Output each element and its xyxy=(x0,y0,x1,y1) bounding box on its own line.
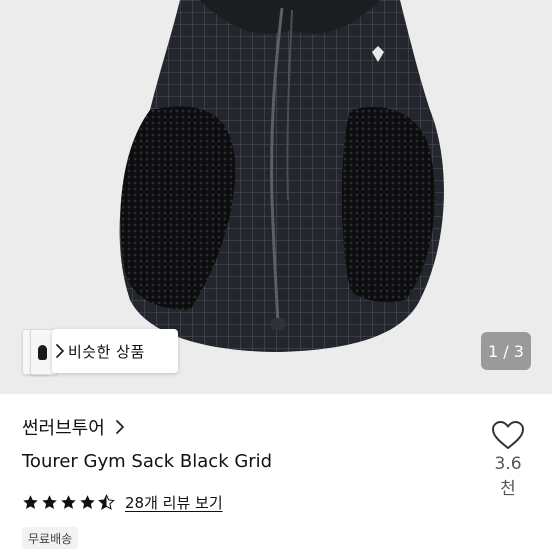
star-full-icon xyxy=(23,495,38,509)
product-image-gallery[interactable]: 비슷한 상품 1 / 3 xyxy=(0,0,552,394)
rating-stars xyxy=(22,494,117,511)
star-half-icon xyxy=(98,494,115,510)
similar-products[interactable]: 비슷한 상품 xyxy=(22,329,178,375)
star-full-icon xyxy=(80,495,95,509)
star-full-icon xyxy=(61,495,76,509)
rating-row: 28개 리뷰 보기 xyxy=(22,492,223,513)
chevron-right-icon xyxy=(56,344,64,358)
product-title: Tourer Gym Sack Black Grid xyxy=(22,451,273,472)
image-counter: 1 / 3 xyxy=(481,332,531,370)
free-shipping-badge: 무료배송 xyxy=(22,527,79,549)
store-link[interactable]: 썬러브투어 xyxy=(22,414,127,440)
similar-products-label: 비슷한 상품 xyxy=(68,342,145,361)
heart-outline-icon xyxy=(492,421,524,449)
like-count: 3.6천 xyxy=(494,454,522,499)
star-full-icon xyxy=(42,495,57,509)
similar-products-button[interactable]: 비슷한 상품 xyxy=(52,329,178,373)
review-link[interactable]: 28개 리뷰 보기 xyxy=(125,492,223,513)
store-name: 썬러브투어 xyxy=(22,418,105,439)
chevron-right-icon xyxy=(115,420,124,434)
like-button[interactable]: 3.6천 xyxy=(488,420,528,499)
